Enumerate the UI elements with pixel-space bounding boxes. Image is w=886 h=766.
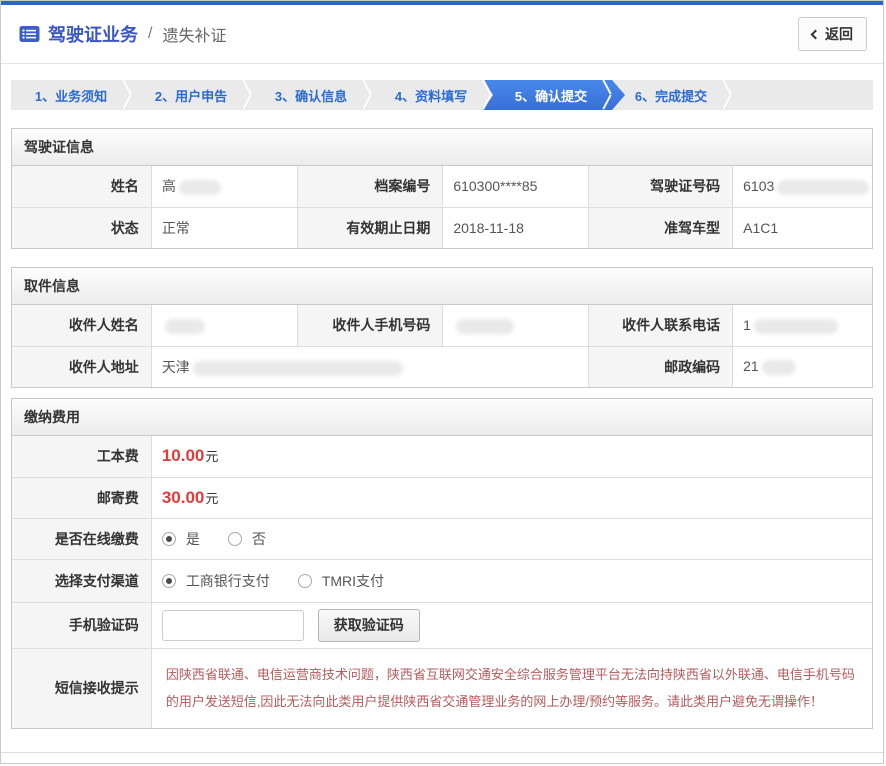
radio-online-no[interactable] [228,532,242,546]
table-row: 姓名 高 档案编号 610300****85 驾驶证号码 6103 [12,166,872,207]
back-button[interactable]: 返回 [798,17,867,51]
get-code-button[interactable]: 获取验证码 [318,609,420,642]
postage-fee-value: 30.00元 [151,477,872,518]
pickup-info-title: 取件信息 [12,268,872,305]
page-header: 驾驶证业务 / 遗失补证 返回 [1,5,883,64]
back-button-label: 返回 [825,24,853,44]
pay-channel-options: 工商银行支付 TMRI支付 [151,559,872,602]
table-row: 收件人地址 天津 邮政编码 21 [12,346,872,387]
step-1-business-notice[interactable]: 1、业务须知 [11,80,131,110]
license-service-icon [19,25,40,43]
table-row: 收件人姓名 收件人手机号码 收件人联系电话 1 [12,305,872,346]
redacted-text [193,361,403,376]
production-fee-value: 10.00元 [151,436,872,477]
step-4-fill-materials[interactable]: 4、资料填写 [371,80,491,110]
redacted-text [754,319,838,334]
online-pay-label: 是否在线缴费 [12,518,151,559]
page-subtitle: 遗失补证 [162,22,226,46]
table-row: 邮寄费 30.00元 [12,477,872,518]
radio-online-no-label[interactable]: 否 [252,529,266,549]
radio-channel-icbc[interactable] [162,574,176,588]
redacted-text [179,180,221,195]
name-value: 高 [151,166,297,207]
expiry-label: 有效期止日期 [298,207,443,248]
sms-notice-text: 因陕西省联通、电信运营商技术问题，陕西省互联网交通安全综合服务管理平台无法向持陕… [166,661,858,717]
step-3-confirm-info[interactable]: 3、确认信息 [251,80,371,110]
sms-code-label: 手机验证码 [12,602,151,648]
recipient-address-value: 天津 [151,346,588,387]
status-value: 正常 [151,207,297,248]
postage-fee-label: 邮寄费 [12,477,151,518]
previous-step-button[interactable]: 上一步 [672,763,750,764]
page-title: 驾驶证业务 [48,21,138,47]
recipient-mobile-value [443,305,588,346]
online-pay-options: 是 否 [151,518,872,559]
recipient-address-label: 收件人地址 [12,346,151,387]
breadcrumb-separator: / [148,25,152,43]
recipient-name-label: 收件人姓名 [12,305,151,346]
currency-unit: 元 [205,491,218,506]
contact-phone-label: 收件人联系电话 [588,305,732,346]
payment-table: 工本费 10.00元 邮寄费 30.00元 是否在线缴费 是 否 [12,436,872,728]
sms-code-cell: 获取验证码 [151,602,872,648]
contact-phone-value: 1 [733,305,872,346]
payment-section: 缴纳费用 工本费 10.00元 邮寄费 30.00元 是否在线缴费 是 [11,398,873,729]
redacted-text [456,319,514,334]
currency-unit: 元 [205,449,218,464]
radio-online-yes[interactable] [162,532,176,546]
footer-actions: 上一步 完成 [1,753,883,764]
vehicle-type-label: 准驾车型 [588,207,732,248]
table-row: 短信接收提示 因陕西省联通、电信运营商技术问题，陕西省互联网交通安全综合服务管理… [12,648,872,728]
redacted-text [165,319,205,334]
postcode-label: 邮政编码 [588,346,732,387]
radio-channel-tmri-label[interactable]: TMRI支付 [322,571,384,591]
name-label: 姓名 [12,166,151,207]
breadcrumb: 驾驶证业务 / 遗失补证 [19,21,226,47]
recipient-mobile-label: 收件人手机号码 [298,305,443,346]
table-row: 是否在线缴费 是 否 [12,518,872,559]
radio-online-yes-label[interactable]: 是 [186,529,200,549]
sms-notice-cell: 因陕西省联通、电信运营商技术问题，陕西省互联网交通安全综合服务管理平台无法向持陕… [151,648,872,728]
production-fee-label: 工本费 [12,436,151,477]
sms-notice-label: 短信接收提示 [12,648,151,728]
main-content: 驾驶证信息 姓名 高 档案编号 610300****85 驾驶证号码 6103 … [1,128,883,729]
table-row: 工本费 10.00元 [12,436,872,477]
wizard-steps: 1、业务须知 2、用户申告 3、确认信息 4、资料填写 5、确认提交 6、完成提… [11,80,873,110]
step-5-confirm-submit-active[interactable]: 5、确认提交 [491,80,611,110]
sms-code-input[interactable] [162,610,304,641]
license-info-table: 姓名 高 档案编号 610300****85 驾驶证号码 6103 状态 正常 … [12,166,872,248]
license-info-section: 驾驶证信息 姓名 高 档案编号 610300****85 驾驶证号码 6103 … [11,128,873,249]
status-label: 状态 [12,207,151,248]
step-2-user-declaration[interactable]: 2、用户申告 [131,80,251,110]
file-no-label: 档案编号 [298,166,443,207]
vehicle-type-value: A1C1 [733,207,872,248]
radio-channel-tmri[interactable] [298,574,312,588]
radio-channel-icbc-label[interactable]: 工商银行支付 [186,571,270,591]
steps-filler [731,80,873,110]
table-row: 手机验证码 获取验证码 [12,602,872,648]
license-no-label: 驾驶证号码 [588,166,732,207]
postcode-value: 21 [733,346,872,387]
payment-title: 缴纳费用 [12,399,872,436]
redacted-text [777,180,869,195]
expiry-value: 2018-11-18 [443,207,588,248]
pickup-info-table: 收件人姓名 收件人手机号码 收件人联系电话 1 收件人地址 天津 邮政编码 21 [12,305,872,387]
file-no-value: 610300****85 [443,166,588,207]
finish-button[interactable]: 完成 [763,763,827,764]
page-container: 驾驶证业务 / 遗失补证 返回 1、业务须知 2、用户申告 3、确认信息 4、资… [0,0,884,764]
redacted-text [762,360,796,375]
recipient-name-value [151,305,297,346]
license-no-value: 6103 [733,166,872,207]
table-row: 状态 正常 有效期止日期 2018-11-18 准驾车型 A1C1 [12,207,872,248]
chevron-left-icon [811,30,821,40]
table-row: 选择支付渠道 工商银行支付 TMRI支付 [12,559,872,602]
pay-channel-label: 选择支付渠道 [12,559,151,602]
step-6-complete-submit[interactable]: 6、完成提交 [611,80,731,110]
license-info-title: 驾驶证信息 [12,129,872,166]
pickup-info-section: 取件信息 收件人姓名 收件人手机号码 收件人联系电话 1 收件人地址 天津 邮政… [11,267,873,388]
